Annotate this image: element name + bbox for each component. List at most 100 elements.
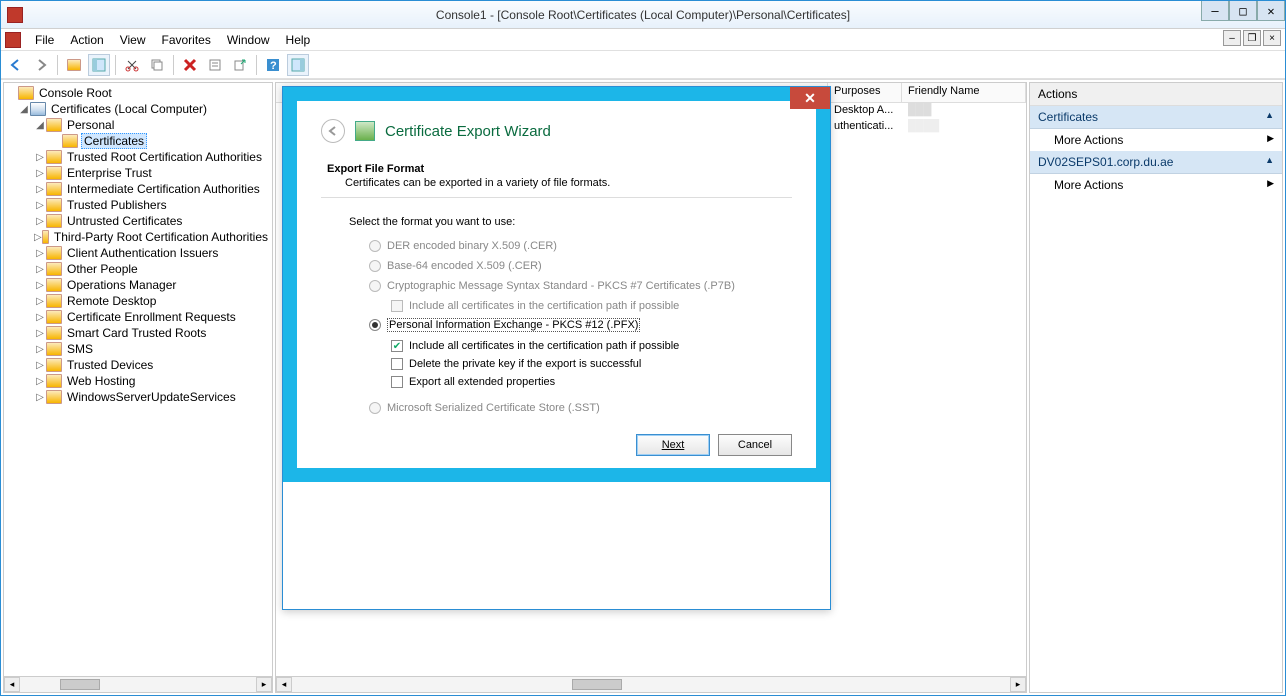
folder-icon [46,166,62,180]
scroll-right-button[interactable]: ▸ [256,677,272,692]
actions-more-2[interactable]: More Actions ▶ [1030,174,1282,196]
tree-folder[interactable]: ▷Trusted Publishers [6,197,270,213]
expand-icon[interactable]: ▷ [34,216,46,227]
show-hide-action-pane-button[interactable] [287,54,309,76]
folder-icon [46,390,62,404]
tree-folder[interactable]: ▷Trusted Devices [6,357,270,373]
scroll-thumb[interactable] [572,679,622,690]
expand-icon[interactable]: ▷ [34,232,42,243]
menu-file[interactable]: File [27,31,62,49]
collapse-icon[interactable]: ▲ [1265,110,1274,124]
tree-folder[interactable]: ▷Enterprise Trust [6,165,270,181]
cancel-button[interactable]: Cancel [718,434,792,456]
radio-icon [369,402,381,414]
expand-icon[interactable]: ▷ [34,328,46,339]
minimize-button[interactable]: — [1201,1,1229,21]
collapse-icon[interactable]: ▲ [1265,155,1274,169]
format-prompt: Select the format you want to use: [349,216,792,228]
expand-icon[interactable]: ▷ [34,360,46,371]
certificate-export-wizard: ✕ Certificate Export Wizard Export File … [282,86,831,610]
delete-button[interactable] [179,54,201,76]
titlebar: Console1 - [Console Root\Certificates (L… [1,1,1285,29]
back-button[interactable] [5,54,27,76]
actions-section-certificates[interactable]: Certificates ▲ [1030,106,1282,129]
menu-favorites[interactable]: Favorites [154,31,219,49]
actions-section-selected-cert[interactable]: DV02SEPS01.corp.du.ae ▲ [1030,151,1282,174]
next-button[interactable]: Next [636,434,710,456]
tree-folder[interactable]: ▷Trusted Root Certification Authorities [6,149,270,165]
tree-folder[interactable]: ▷WindowsServerUpdateServices [6,389,270,405]
check-p7b-include-chain: Include all certificates in the certific… [391,300,792,312]
expand-icon[interactable]: ▷ [34,184,46,195]
collapse-icon[interactable]: ◢ [34,120,46,131]
menu-window[interactable]: Window [219,31,278,49]
menu-help[interactable]: Help [278,31,319,49]
scroll-right-button[interactable]: ▸ [1010,677,1026,692]
mdi-restore-button[interactable]: ❐ [1243,30,1261,46]
radio-icon [369,319,381,331]
tree-folder[interactable]: ▷Remote Desktop [6,293,270,309]
col-purposes[interactable]: Purposes [828,83,902,102]
scroll-left-button[interactable]: ◂ [276,677,292,692]
tree-folder[interactable]: ▷Third-Party Root Certification Authorit… [6,229,270,245]
list-hscrollbar[interactable]: ◂ ▸ [276,676,1026,692]
window-title: Console1 - [Console Root\Certificates (L… [1,8,1285,22]
menu-view[interactable]: View [112,31,154,49]
copy-button[interactable] [146,54,168,76]
tree-folder[interactable]: ▷SMS [6,341,270,357]
tree-root[interactable]: Console Root [6,85,270,101]
folder-icon [46,358,62,372]
tree-personal[interactable]: ◢ Personal [6,117,270,133]
expand-icon[interactable]: ▷ [34,376,46,387]
expand-icon[interactable]: ▷ [34,296,46,307]
export-list-button[interactable] [229,54,251,76]
radio-pfx[interactable]: Personal Information Exchange - PKCS #12… [369,318,792,332]
expand-icon[interactable]: ▷ [34,248,46,259]
wizard-close-button[interactable]: ✕ [790,87,830,109]
scroll-left-button[interactable]: ◂ [4,677,20,692]
expand-icon[interactable]: ▷ [34,168,46,179]
check-pfx-extended-props[interactable]: Export all extended properties [391,376,792,388]
forward-button[interactable] [30,54,52,76]
properties-button[interactable] [204,54,226,76]
maximize-button[interactable]: □ [1229,1,1257,21]
tree-certificates-local[interactable]: ◢ Certificates (Local Computer) [6,101,270,117]
menubar: File Action View Favorites Window Help –… [1,29,1285,51]
wizard-back-button[interactable] [321,119,345,143]
tree-folder[interactable]: ▷Web Hosting [6,373,270,389]
tree-folder[interactable]: ▷Certificate Enrollment Requests [6,309,270,325]
help-button[interactable]: ? [262,54,284,76]
close-button[interactable]: ✕ [1257,1,1285,21]
scroll-thumb[interactable] [60,679,100,690]
up-button[interactable] [63,54,85,76]
cut-button[interactable] [121,54,143,76]
col-friendly-name[interactable]: Friendly Name [902,83,1026,102]
wizard-title: Certificate Export Wizard [385,123,551,140]
tree-folder[interactable]: ▷Client Authentication Issuers [6,245,270,261]
tree-folder[interactable]: ▷Untrusted Certificates [6,213,270,229]
expand-icon[interactable]: ▷ [34,264,46,275]
collapse-icon[interactable]: ◢ [18,104,30,115]
mdi-close-button[interactable]: × [1263,30,1281,46]
expand-icon[interactable]: ▷ [34,312,46,323]
tree-folder[interactable]: ▷Intermediate Certification Authorities [6,181,270,197]
tree-personal-certificates[interactable]: Certificates [6,133,270,149]
actions-more-1[interactable]: More Actions ▶ [1030,129,1282,151]
show-hide-tree-button[interactable] [88,54,110,76]
checkbox-icon [391,376,403,388]
menu-action[interactable]: Action [62,31,111,49]
expand-icon[interactable]: ▷ [34,280,46,291]
folder-icon [46,150,62,164]
expand-icon[interactable]: ▷ [34,152,46,163]
tree-folder[interactable]: ▷Operations Manager [6,277,270,293]
expand-icon[interactable]: ▷ [34,392,46,403]
tree-hscrollbar[interactable]: ◂ ▸ [4,676,272,692]
toolbar: ? [1,51,1285,79]
tree-folder[interactable]: ▷Smart Card Trusted Roots [6,325,270,341]
expand-icon[interactable]: ▷ [34,344,46,355]
check-pfx-delete-key[interactable]: Delete the private key if the export is … [391,358,792,370]
check-pfx-include-chain[interactable]: ✔ Include all certificates in the certif… [391,340,792,352]
tree-folder[interactable]: ▷Other People [6,261,270,277]
mdi-minimize-button[interactable]: – [1223,30,1241,46]
expand-icon[interactable]: ▷ [34,200,46,211]
